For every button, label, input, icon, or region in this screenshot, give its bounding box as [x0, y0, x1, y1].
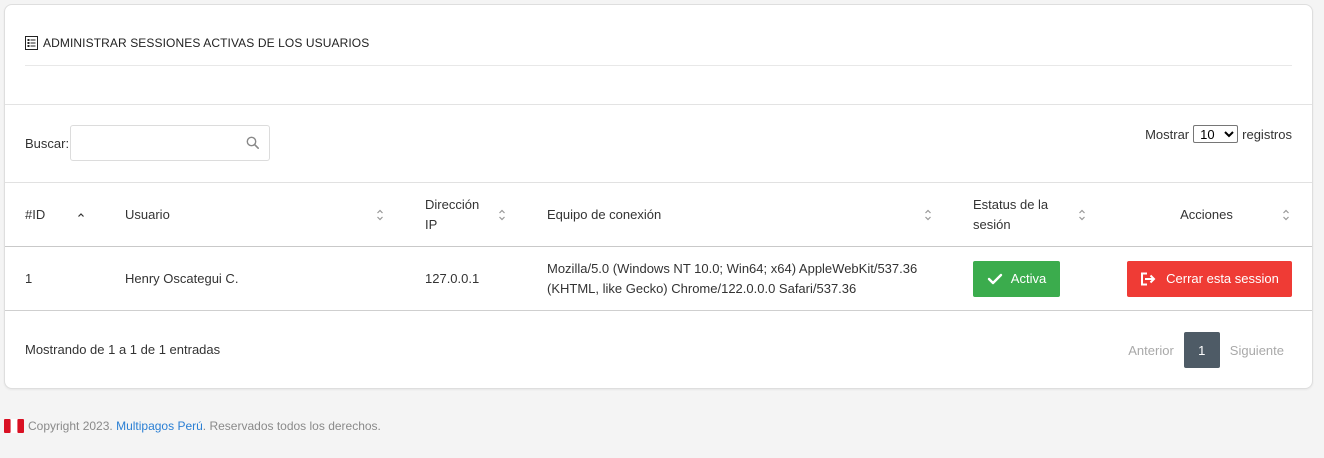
- page-length-select[interactable]: 10: [1193, 125, 1239, 143]
- pagination-previous[interactable]: Anterior: [1120, 343, 1182, 358]
- column-header-ip[interactable]: Dirección IP: [425, 183, 547, 247]
- column-label-ip: Dirección IP: [425, 196, 480, 232]
- column-header-acciones[interactable]: Acciones: [1101, 183, 1312, 247]
- sort-icon: [499, 209, 505, 220]
- length-label-after: registros: [1242, 126, 1292, 142]
- column-header-estatus[interactable]: Estatus de la sesión: [973, 183, 1101, 247]
- document-list-icon: [25, 36, 38, 50]
- column-label-usuario: Usuario: [125, 206, 170, 222]
- sort-icon: [377, 209, 383, 220]
- cell-acciones: Cerrar esta session: [1101, 247, 1312, 311]
- sessions-table: #ID Usuario Dirección IP Equipo de conex…: [5, 182, 1312, 311]
- check-icon: [987, 273, 1002, 284]
- footer-rights: . Reservados todos los derechos.: [202, 419, 381, 433]
- footer: Copyright 2023. Multipagos Perú. Reserva…: [4, 419, 381, 433]
- footer-company-link[interactable]: Multipagos Perú: [116, 419, 203, 433]
- search-area: Buscar:: [25, 125, 271, 161]
- page-title: ADMINISTRAR SESSIONES ACTIVAS DE LOS USU…: [43, 36, 370, 50]
- cell-estatus: Activa: [973, 247, 1101, 311]
- status-label: Activa: [1010, 271, 1047, 286]
- cell-equipo: Mozilla/5.0 (Windows NT 10.0; Win64; x64…: [547, 247, 973, 311]
- close-session-button[interactable]: Cerrar esta session: [1127, 260, 1292, 297]
- column-header-usuario[interactable]: Usuario: [125, 183, 425, 247]
- table-header-row: #ID Usuario Dirección IP Equipo de conex…: [5, 182, 1312, 247]
- sort-icon: [1079, 209, 1085, 220]
- pagination-page-current[interactable]: 1: [1183, 332, 1220, 368]
- search-label: Buscar:: [25, 135, 70, 151]
- pagination: Anterior 1 Siguiente: [1120, 332, 1292, 368]
- search-icon: [246, 136, 260, 149]
- sort-asc-icon: [78, 212, 84, 217]
- user-agent-text: Mozilla/5.0 (Windows NT 10.0; Win64; x64…: [547, 260, 918, 296]
- card-header: ADMINISTRAR SESSIONES ACTIVAS DE LOS USU…: [25, 33, 1292, 66]
- length-label-before: Mostrar: [1145, 126, 1190, 142]
- column-header-id[interactable]: #ID: [5, 183, 125, 247]
- divider: [5, 104, 1312, 105]
- column-label-id: #ID: [25, 206, 46, 222]
- close-session-label: Cerrar esta session: [1166, 271, 1279, 286]
- column-header-equipo[interactable]: Equipo de conexión: [547, 183, 973, 247]
- column-label-estatus: Estatus de la sesión: [973, 196, 1049, 232]
- peru-flag-icon: [4, 419, 24, 433]
- page-length-control: Mostrar 10 registros: [1145, 125, 1292, 143]
- column-label-acciones: Acciones: [1180, 206, 1233, 222]
- search-box: [70, 125, 271, 161]
- cell-usuario: Henry Oscategui C.: [125, 270, 239, 286]
- column-label-equipo: Equipo de conexión: [547, 206, 662, 222]
- sessions-card: ADMINISTRAR SESSIONES ACTIVAS DE LOS USU…: [4, 4, 1313, 389]
- table-row: 1 Henry Oscategui C. 127.0.0.1 Mozilla/5…: [5, 247, 1312, 311]
- sign-out-icon: [1141, 272, 1156, 285]
- pagination-next[interactable]: Siguiente: [1222, 343, 1292, 358]
- search-input[interactable]: [75, 127, 240, 159]
- cell-id: 1: [25, 270, 33, 286]
- cell-ip: 127.0.0.1: [425, 270, 480, 286]
- table-info: Mostrando de 1 a 1 de 1 entradas: [25, 342, 221, 357]
- status-active-button[interactable]: Activa: [973, 260, 1060, 297]
- footer-copyright: Copyright 2023.: [28, 419, 113, 433]
- sort-icon: [1283, 209, 1289, 220]
- sort-icon: [925, 209, 931, 220]
